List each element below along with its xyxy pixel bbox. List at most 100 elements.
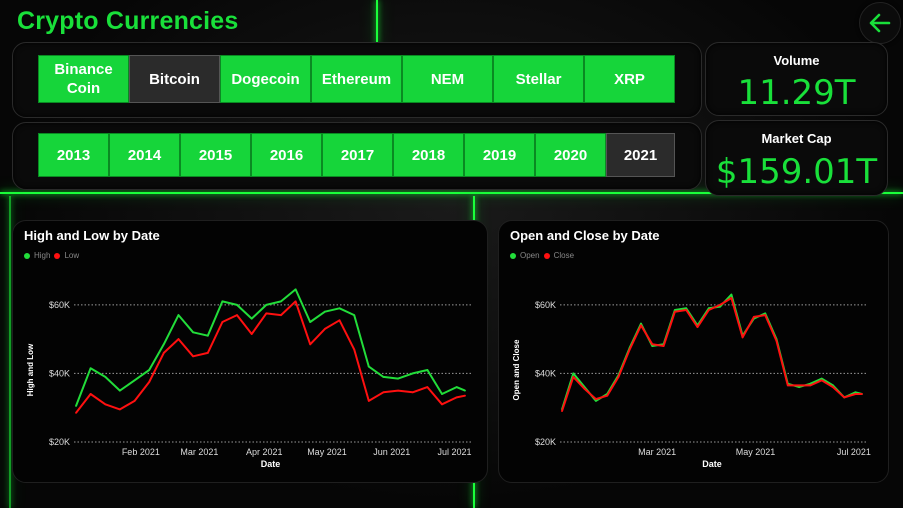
- x-tick-label: Mar 2021: [180, 447, 218, 457]
- coin-button-xrp[interactable]: XRP: [584, 55, 675, 103]
- data-point-open: [572, 372, 575, 375]
- coin-button-stellar[interactable]: Stellar: [493, 55, 584, 103]
- data-point-close: [775, 340, 778, 342]
- year-button-2015[interactable]: 2015: [180, 133, 251, 177]
- year-button-2014[interactable]: 2014: [109, 133, 180, 177]
- volume-value: 11.29T: [737, 73, 856, 113]
- data-point-low: [367, 400, 370, 402]
- data-point-close: [809, 384, 812, 387]
- data-point-close: [583, 388, 586, 390]
- y-tick-label: $20K: [49, 437, 70, 447]
- data-point-close: [741, 336, 744, 339]
- y-tick-label: $60K: [535, 300, 556, 310]
- x-tick-label: Mar 2021: [638, 447, 676, 457]
- data-point-high: [206, 334, 209, 337]
- year-button-2013[interactable]: 2013: [38, 133, 109, 177]
- data-point-high: [367, 365, 370, 368]
- data-point-low: [309, 343, 312, 346]
- data-point-low: [397, 389, 399, 392]
- data-point-open: [798, 386, 800, 388]
- data-point-open: [640, 322, 642, 325]
- market-cap-label: Market Cap: [761, 131, 832, 146]
- volume-label: Volume: [773, 53, 820, 68]
- x-axis-title: Date: [702, 459, 722, 469]
- coin-button-ethereum[interactable]: Ethereum: [311, 55, 402, 103]
- market-cap-card: Market Cap $159.01T: [705, 120, 888, 196]
- data-point-high: [133, 379, 136, 382]
- data-point-low: [464, 394, 466, 397]
- data-point-high: [221, 300, 224, 303]
- y-tick-label: $60K: [49, 300, 70, 310]
- volume-card: Volume 11.29T: [705, 42, 888, 116]
- data-point-low: [324, 328, 326, 330]
- data-point-close: [719, 304, 721, 306]
- data-point-high: [441, 393, 443, 395]
- glow-line-vertical: [9, 196, 11, 508]
- data-point-low: [441, 403, 443, 406]
- data-point-close: [843, 396, 846, 399]
- year-button-2018[interactable]: 2018: [393, 133, 464, 177]
- data-point-high: [192, 331, 195, 334]
- data-point-low: [280, 314, 282, 316]
- data-point-close: [786, 384, 789, 387]
- data-point-low: [411, 391, 414, 394]
- data-point-high: [411, 372, 414, 375]
- x-tick-label: Jul 2021: [837, 447, 871, 457]
- x-tick-label: May 2021: [307, 447, 347, 457]
- high-low-chart: $20K $40K $60K Feb 2021 Mar 2021 Apr 2021 May …: [26, 288, 472, 469]
- page-title: Crypto Currencies: [17, 7, 239, 35]
- data-point-low: [177, 338, 180, 340]
- x-tick-label: Apr 2021: [246, 447, 283, 457]
- data-point-open: [730, 293, 733, 296]
- series-line-high: [75, 288, 466, 407]
- coin-button-bitcoin[interactable]: Bitcoin: [129, 55, 220, 103]
- year-button-2020[interactable]: 2020: [535, 133, 606, 177]
- data-point-close: [595, 398, 597, 400]
- year-button-2017[interactable]: 2017: [322, 133, 393, 177]
- data-point-high: [162, 343, 165, 346]
- data-point-low: [455, 396, 458, 399]
- open-close-chart-panel: Open and Close by Date Open Close $20K $4…: [498, 220, 889, 483]
- y-tick-label: $40K: [535, 368, 556, 378]
- data-point-close: [640, 324, 642, 327]
- data-point-low: [89, 393, 92, 395]
- data-point-low: [119, 408, 121, 411]
- data-point-high: [75, 405, 77, 407]
- coin-button-dogecoin[interactable]: Dogecoin: [220, 55, 311, 103]
- data-point-high: [148, 369, 151, 371]
- data-point-high: [309, 321, 312, 323]
- x-tick-label: Jun 2021: [373, 447, 410, 457]
- y-tick-label: $20K: [535, 437, 556, 447]
- data-point-open: [595, 400, 597, 402]
- coin-button-binance-coin[interactable]: Binance Coin: [38, 55, 129, 103]
- data-point-low: [148, 381, 151, 383]
- year-button-2019[interactable]: 2019: [464, 133, 535, 177]
- x-tick-label: May 2021: [736, 447, 776, 457]
- data-point-low: [236, 314, 238, 316]
- data-point-low: [162, 352, 165, 354]
- data-point-close: [696, 326, 699, 328]
- year-button-2021[interactable]: 2021: [606, 133, 675, 177]
- glow-line-vertical: [376, 0, 378, 45]
- data-point-close: [764, 314, 767, 316]
- back-button[interactable]: [859, 2, 901, 44]
- high-low-chart-panel: High and Low by Date High Low $20K $40K $6…: [12, 220, 488, 483]
- year-slicer: 2013 2014 2015 2016 2017 2018 2019 2020 …: [38, 133, 675, 177]
- year-button-2016[interactable]: 2016: [251, 133, 322, 177]
- data-point-close: [606, 394, 609, 397]
- data-point-high: [89, 367, 92, 370]
- data-point-close: [753, 316, 755, 318]
- data-point-close: [832, 386, 834, 388]
- data-point-high: [455, 386, 458, 388]
- data-point-close: [561, 410, 563, 412]
- data-point-high: [265, 304, 268, 306]
- data-point-high: [280, 300, 282, 303]
- data-point-high: [294, 288, 297, 291]
- data-point-close: [730, 297, 733, 299]
- coin-button-nem[interactable]: NEM: [402, 55, 493, 103]
- data-point-open: [764, 312, 767, 315]
- data-point-high: [119, 389, 121, 392]
- open-close-chart: $20K $40K $60K Mar 2021 May 2021 Jul 2021 Date…: [512, 293, 871, 469]
- data-point-high: [236, 304, 238, 306]
- data-point-low: [426, 386, 429, 388]
